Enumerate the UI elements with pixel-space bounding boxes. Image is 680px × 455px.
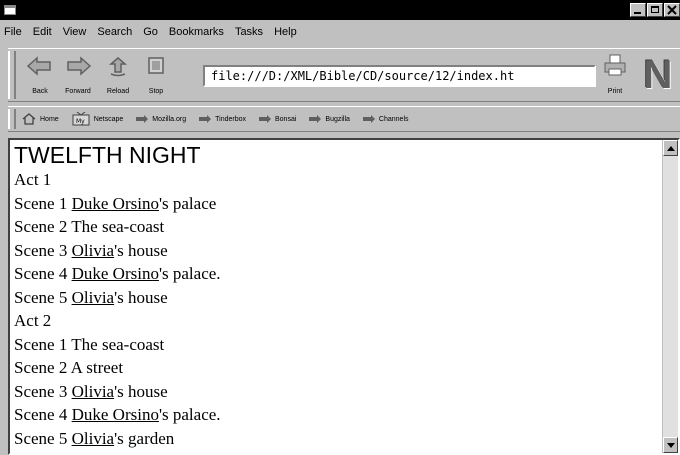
forward-label: Forward	[65, 88, 91, 95]
scene-line: Scene 1 The sea-coast	[14, 334, 165, 354]
bookmark-bugzilla-label: Bugzilla	[325, 115, 350, 123]
document-body: TWELFTH NIGHT Act 1 Scene 1 Duke Orsino'…	[14, 142, 654, 450]
personal-toolbar: Home My Netscape Mozilla.org Tinderbox B…	[8, 106, 680, 132]
stop-icon	[148, 57, 164, 74]
url-input[interactable]: file:///D:/XML/Bible/CD/source/12/index.…	[203, 65, 596, 87]
scene-line: Scene 3 Olivia's house	[14, 380, 654, 404]
back-arrow-icon	[26, 56, 51, 76]
scene-label: Scene 5	[14, 287, 72, 307]
menu-view[interactable]: View	[63, 26, 87, 38]
bookmark-arrow-icon	[259, 115, 271, 123]
netscape-logo[interactable]: N	[638, 54, 678, 96]
print-label: Print	[607, 88, 623, 95]
bookmark-arrow-icon	[199, 115, 212, 123]
bookmark-mozilla-label: Mozilla.org	[152, 115, 187, 123]
forward-button[interactable]: Forward	[60, 53, 96, 97]
page-content: TWELFTH NIGHT Act 1 Scene 1 Duke Orsino'…	[8, 138, 680, 455]
bookmark-netscape-label: Netscape	[93, 115, 124, 123]
scene-location: 's house	[114, 287, 168, 307]
bookmark-tinderbox-label: Tinderbox	[215, 115, 246, 123]
print-button[interactable]: Print	[596, 53, 634, 97]
character-link[interactable]: Olivia	[72, 288, 115, 307]
stop-label: Stop	[148, 88, 164, 95]
menu-go[interactable]: Go	[143, 26, 158, 38]
bookmark-tinderbox[interactable]: Tinderbox	[199, 115, 246, 123]
bookmark-home[interactable]: Home	[22, 113, 59, 125]
bookmark-bonsai-label: Bonsai	[275, 115, 297, 123]
browser-window: File Edit View Search Go Bookmarks Tasks…	[0, 0, 680, 455]
scene-line: Scene 5 Olivia's garden	[14, 427, 654, 451]
scene-line: Scene 4 Duke Orsino's palace.	[14, 262, 654, 286]
system-menu-icon[interactable]	[4, 5, 16, 15]
character-link[interactable]: Duke Orsino	[72, 194, 159, 213]
page-title: TWELFTH NIGHT	[14, 142, 201, 168]
bookmark-bugzilla[interactable]: Bugzilla	[309, 115, 350, 123]
personal-toolbar-grippy[interactable]	[8, 109, 16, 129]
scene-location: 's house	[114, 381, 168, 401]
bookmark-bonsai[interactable]: Bonsai	[259, 115, 296, 123]
scene-line: Scene 1 Duke Orsino's palace	[14, 192, 654, 216]
bookmark-mozilla[interactable]: Mozilla.org	[136, 115, 186, 123]
reload-label: Reload	[106, 88, 130, 95]
bookmark-arrow-icon	[362, 115, 375, 123]
act-heading: Act 1	[14, 170, 52, 189]
scene-label: Scene 1	[14, 193, 72, 213]
bookmark-arrow-icon	[136, 115, 149, 123]
scene-line: Scene 4 Duke Orsino's palace.	[14, 403, 654, 427]
home-icon	[22, 113, 36, 125]
svg-text:My: My	[76, 118, 85, 125]
scene-line: Scene 3 Olivia's house	[14, 239, 654, 263]
scene-label: Scene 4	[14, 264, 72, 283]
scene-line: Scene 2 A street	[14, 358, 124, 377]
scene-line: Scene 5 Olivia's house	[14, 286, 654, 310]
bookmark-channels-label: Channels	[378, 115, 409, 123]
character-link[interactable]: Duke Orsino	[72, 405, 159, 424]
window-controls	[630, 3, 680, 17]
navigation-toolbar: Back Forward Reload Stop file:///D:/XML/…	[8, 48, 680, 102]
back-button[interactable]: Back	[22, 53, 58, 97]
scroll-up-button[interactable]	[663, 140, 678, 156]
scene-location: 's garden	[114, 428, 175, 448]
close-icon	[667, 5, 677, 15]
reload-icon	[108, 57, 128, 77]
reload-button[interactable]: Reload	[100, 53, 136, 97]
scene-label: Scene 3	[14, 240, 72, 260]
stop-button[interactable]: Stop	[138, 53, 174, 97]
menu-help[interactable]: Help	[274, 26, 297, 38]
character-link[interactable]: Duke Orsino	[72, 264, 159, 283]
menu-edit[interactable]: Edit	[33, 26, 52, 38]
maximize-button[interactable]	[647, 3, 663, 17]
menu-file[interactable]: File	[4, 26, 22, 38]
title-bar	[0, 0, 680, 20]
minimize-button[interactable]	[630, 3, 646, 17]
act-heading: Act 2	[14, 311, 52, 330]
scene-location: 's palace.	[158, 405, 221, 424]
bookmark-netscape[interactable]: My Netscape	[72, 112, 124, 126]
bookmark-arrow-icon	[309, 115, 322, 123]
close-button[interactable]	[664, 3, 680, 17]
forward-arrow-icon	[67, 56, 92, 76]
vertical-scrollbar[interactable]	[662, 140, 678, 453]
character-link[interactable]: Olivia	[72, 241, 115, 260]
menu-bar: File Edit View Search Go Bookmarks Tasks…	[0, 20, 680, 44]
scroll-down-button[interactable]	[663, 437, 678, 453]
toolbar-grippy[interactable]	[8, 51, 16, 99]
scene-location: 's house	[114, 240, 168, 260]
netscape-icon: My	[72, 112, 90, 126]
back-label: Back	[32, 88, 48, 95]
bookmark-home-label: Home	[40, 115, 59, 123]
menu-tasks[interactable]: Tasks	[235, 26, 263, 38]
scene-label: Scene 5	[14, 428, 72, 448]
bookmark-channels[interactable]: Channels	[362, 115, 409, 123]
scene-location: 's palace	[158, 193, 217, 213]
scene-label: Scene 4	[14, 405, 72, 424]
character-link[interactable]: Olivia	[72, 382, 115, 401]
printer-icon	[604, 54, 626, 76]
scene-label: Scene 3	[14, 381, 72, 401]
scene-line: Scene 2 The sea-coast	[14, 217, 165, 236]
menu-search[interactable]: Search	[97, 26, 132, 38]
character-link[interactable]: Olivia	[72, 429, 115, 448]
scene-location: 's palace.	[158, 264, 221, 283]
menu-bookmarks[interactable]: Bookmarks	[169, 26, 224, 38]
